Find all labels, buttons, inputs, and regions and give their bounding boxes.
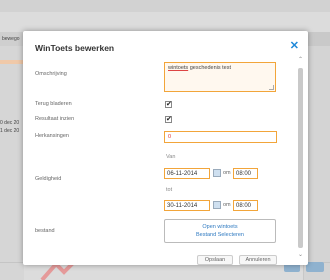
open-wintoets-link[interactable]: Open wintoets [165,224,275,230]
omschrijving-value-rest: geschedenis test [188,65,231,71]
background-top-bar [0,0,330,12]
background-highlight-line [0,60,24,64]
herkansingen-input[interactable]: 0 [164,131,277,143]
tot-label: tot [166,187,173,193]
geldigheid-label: Geldigheid [35,176,62,182]
dialog-body: Omschrijving wintoets geschedenis test T… [23,56,294,265]
omschrijving-value-word: wintoets [168,65,189,71]
omschrijving-label: Omschrijving [35,71,67,77]
cancel-button[interactable]: Annuleren [239,255,277,265]
dialog-title: WinToets bewerken [35,43,115,53]
chevron-down-icon[interactable]: ⌄ [296,251,305,259]
background-button [306,262,324,272]
calendar-icon[interactable] [213,169,221,177]
tot-om-label: om [223,202,231,208]
background-row-text: 1 dec 20 [0,128,20,134]
van-date-input[interactable]: 06-11-2014 [164,168,210,179]
resultaat-inzien-label: Resultaat inzien [35,116,75,122]
van-om-label: om [223,170,231,176]
background-row-text: 0 dec 20 [0,120,20,126]
background-tab-label: bewego [2,36,20,42]
save-button[interactable]: Opslaan [197,255,233,265]
chevron-up-icon[interactable]: ⌃ [296,56,305,64]
tot-date-input[interactable]: 30-11-2014 [164,200,210,211]
background-left-column [0,46,24,280]
dialog-scrollbar[interactable]: ⌃ ⌄ [296,56,305,259]
van-time-input[interactable]: 08:00 [233,168,258,179]
omschrijving-textarea[interactable]: wintoets geschedenis test [164,62,276,92]
terug-bladeren-label: Terug bladeren [35,101,72,107]
select-file-link[interactable]: Bestand Selecteren [165,232,275,238]
van-label: Van [166,154,176,160]
calendar-icon[interactable] [213,201,221,209]
scrollbar-thumb[interactable] [298,68,303,248]
bestand-label: bestand [35,228,55,234]
resize-handle-icon[interactable] [269,85,274,90]
edit-wintoets-dialog: WinToets bewerken ✕ Omschrijving wintoet… [23,31,308,265]
herkansingen-label: Herkansingen [35,133,69,139]
close-icon[interactable]: ✕ [290,41,299,52]
tot-time-input[interactable]: 08:00 [233,200,258,211]
resultaat-inzien-checkbox[interactable]: ✔ [165,116,172,123]
terug-bladeren-checkbox[interactable]: ✔ [165,101,172,108]
file-panel: Open wintoets Bestand Selecteren [164,219,276,243]
